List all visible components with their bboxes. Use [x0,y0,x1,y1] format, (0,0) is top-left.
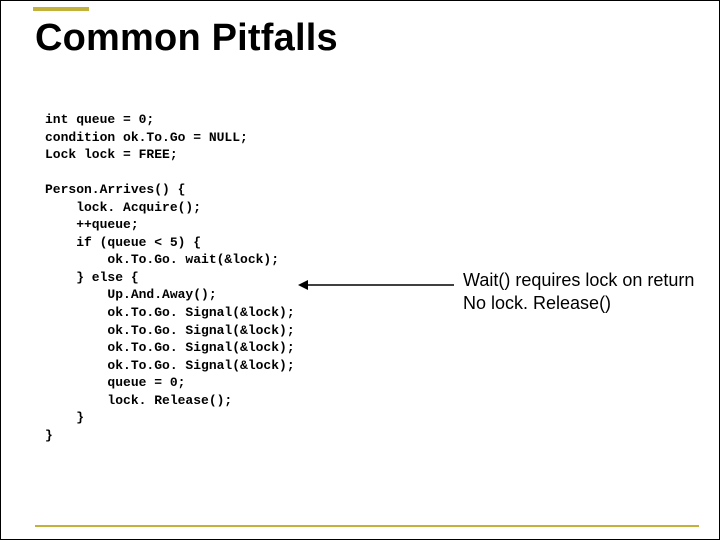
code-line: ok.To.Go. wait(&lock); [45,252,279,267]
annotation-text: Wait() requires lock on return No lock. … [463,269,694,314]
code-line: ++queue; [45,217,139,232]
code-line: Lock lock = FREE; [45,147,178,162]
code-line: Person.Arrives() { [45,182,185,197]
accent-bar-bottom [35,525,699,527]
code-line: int queue = 0; [45,112,154,127]
code-line: queue = 0; [45,375,185,390]
slide-title: Common Pitfalls [35,17,338,60]
code-line: ok.To.Go. Signal(&lock); [45,358,295,373]
code-line: lock. Release(); [45,393,232,408]
code-line: ok.To.Go. Signal(&lock); [45,323,295,338]
code-block: int queue = 0; condition ok.To.Go = NULL… [45,111,295,444]
code-line: ok.To.Go. Signal(&lock); [45,340,295,355]
accent-bar-top [33,7,89,11]
code-line: condition ok.To.Go = NULL; [45,130,248,145]
annotation-line: Wait() requires lock on return [463,269,694,292]
code-line: Up.And.Away(); [45,287,217,302]
code-line: } else { [45,270,139,285]
arrow-left-icon [298,279,454,291]
code-line: if (queue < 5) { [45,235,201,250]
annotation-line: No lock. Release() [463,292,694,315]
code-line: ok.To.Go. Signal(&lock); [45,305,295,320]
code-line: } [45,410,84,425]
code-line: } [45,428,53,443]
slide: Common Pitfalls int queue = 0; condition… [0,0,720,540]
code-line: lock. Acquire(); [45,200,201,215]
